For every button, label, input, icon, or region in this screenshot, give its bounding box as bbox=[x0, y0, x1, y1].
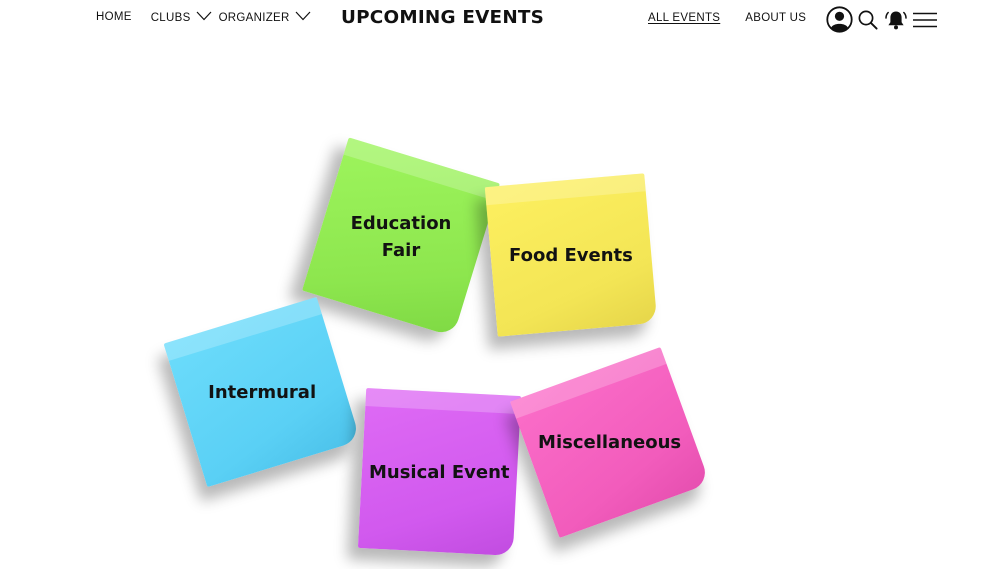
page-title: UPCOMING EVENTS bbox=[341, 8, 545, 28]
nav-clubs-label: CLUBS bbox=[150, 11, 191, 24]
chevron-down-icon bbox=[196, 11, 212, 24]
category-note-intermural[interactable]: Intermural bbox=[163, 296, 361, 488]
nav-organizer-dropdown[interactable]: ORGANIZER bbox=[219, 11, 311, 24]
nav-clubs-dropdown[interactable]: CLUBS bbox=[151, 11, 212, 24]
secondary-nav: ALL EVENTS ABOUT US bbox=[648, 12, 806, 24]
bell-icon[interactable] bbox=[885, 9, 907, 31]
note-label: Education Fair bbox=[350, 213, 452, 261]
chevron-down-icon bbox=[295, 11, 311, 24]
primary-nav: HOME CLUBS ORGANIZER bbox=[96, 11, 311, 24]
menu-icon[interactable] bbox=[912, 11, 938, 29]
search-icon[interactable] bbox=[858, 10, 878, 30]
note-label: Food Events bbox=[509, 244, 633, 266]
category-note-musical-event[interactable]: Musical Event bbox=[357, 388, 522, 556]
nav-about-us-link[interactable]: ABOUT US bbox=[745, 12, 806, 24]
nav-home-link[interactable]: HOME bbox=[96, 11, 132, 23]
category-note-education-fair[interactable]: Education Fair bbox=[302, 137, 500, 337]
header-icons bbox=[826, 6, 938, 33]
note-label: Musical Event bbox=[369, 461, 510, 483]
note-label: Miscellaneous bbox=[538, 432, 682, 454]
user-icon[interactable] bbox=[826, 6, 853, 33]
nav-organizer-label: ORGANIZER bbox=[218, 11, 290, 24]
category-note-miscellaneous[interactable]: Miscellaneous bbox=[510, 347, 710, 538]
nav-all-events-link[interactable]: ALL EVENTS bbox=[648, 12, 720, 24]
note-label: Intermural bbox=[208, 381, 316, 403]
category-note-food-events[interactable]: Food Events bbox=[484, 173, 658, 337]
